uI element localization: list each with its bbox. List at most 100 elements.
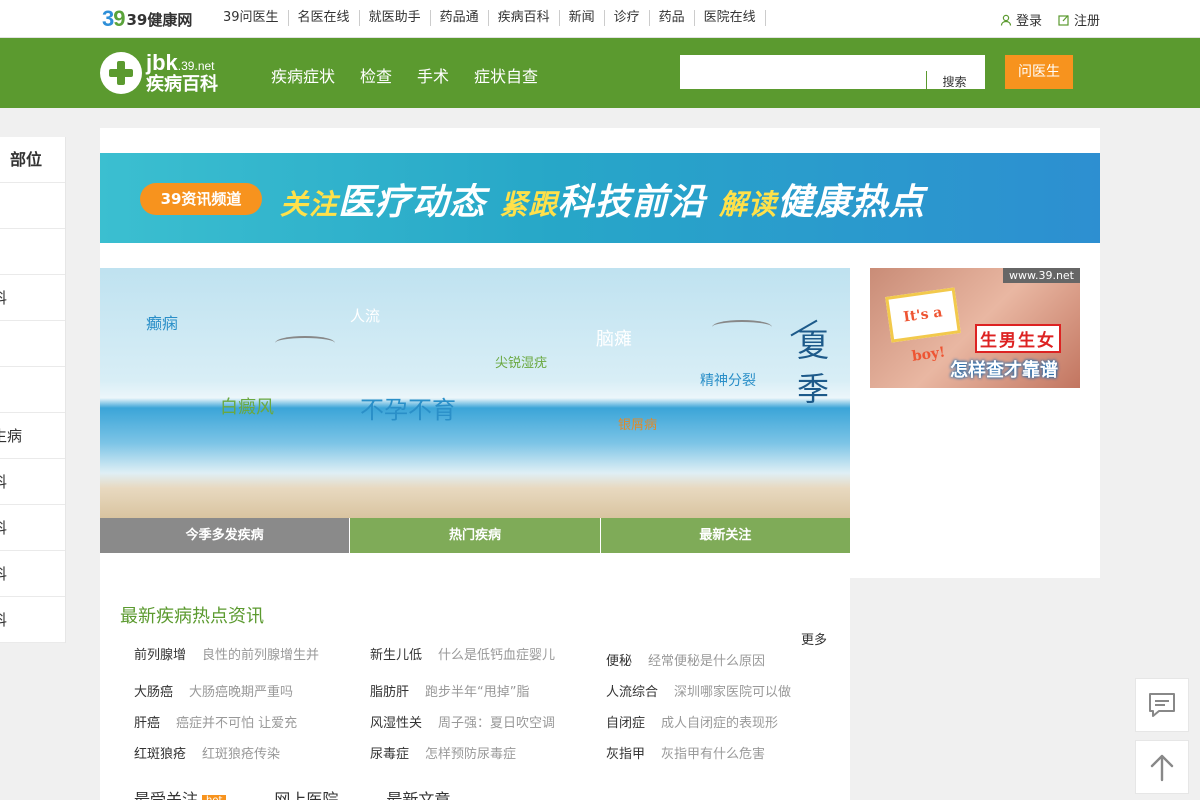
topnav-item[interactable]: 新闻 (560, 10, 605, 26)
news-item[interactable]: 大肠癌 大肠癌晚期严重吗 (134, 681, 293, 700)
topnav-item[interactable]: 诊疗 (605, 10, 650, 26)
news-channel-banner[interactable]: 39资讯频道 关注医疗动态 紧跟科技前沿 解读健康热点 (100, 153, 1100, 243)
slogan-part: 紧跟 (499, 188, 558, 221)
season-char: 夏 (796, 326, 829, 364)
news-item[interactable]: 灰指甲 灰指甲有什么危害 (606, 743, 765, 762)
sidebar-item[interactable] (0, 229, 65, 275)
back-to-top-button[interactable] (1135, 740, 1189, 794)
topnav-item[interactable]: 药品 (650, 10, 695, 26)
news-item[interactable]: 前列腺增 良性的前列腺增生并 (134, 644, 319, 663)
disease-tag[interactable]: 癫痫 (146, 310, 178, 334)
news-item[interactable]: 自闭症 成人自闭症的表现形 (606, 712, 778, 731)
news-keyword: 脂肪肝 (370, 685, 410, 700)
topnav-item[interactable]: 39问医生 (214, 10, 289, 26)
jbk-logo-words: jbk.39.net 疾病百科 (146, 52, 218, 94)
topnav-item[interactable]: 医院在线 (695, 10, 766, 26)
topnav-item[interactable]: 名医在线 (289, 10, 360, 26)
disease-tag[interactable]: 白癜风 (220, 393, 274, 419)
body-part-sidebar: 部位 科 生病 科 科 科 科 (0, 137, 66, 643)
disease-tag[interactable]: 尖锐湿疣 (495, 352, 547, 371)
sidebar-item[interactable]: 生病 (0, 413, 65, 459)
search-input[interactable] (680, 55, 925, 89)
news-headline: 红斑狼疮传染 (202, 747, 281, 762)
top-bar: 39 39健康网 39问医生 名医在线 就医助手 药品通 疾病百科 新闻 诊疗 … (0, 0, 1200, 38)
mainnav-item[interactable]: 检查 (360, 63, 392, 87)
chat-icon (1149, 693, 1175, 717)
jbk-logo-cn: 疾病百科 (146, 74, 218, 95)
disease-tag[interactable]: 银屑病 (618, 414, 657, 433)
sidebar-item-label: 科 (0, 289, 7, 307)
topnav-item[interactable]: 药品通 (431, 10, 489, 26)
register-label: 注册 (1073, 14, 1100, 29)
news-headline: 大肠癌晚期严重吗 (189, 685, 294, 700)
news-item[interactable]: 新生儿低 什么是低钙血症婴儿 (370, 644, 555, 663)
tab-most-followed[interactable]: 最受关注hot (134, 786, 227, 800)
login-link[interactable]: 登录 (1000, 10, 1042, 29)
ad-sign: It's a boy! (885, 287, 961, 365)
news-item[interactable]: 肝癌 癌症并不可怕 让爱充 (134, 712, 297, 731)
tab-hot-diseases[interactable]: 热门疾病 (350, 518, 601, 553)
ad-headline: 生男生女 (975, 324, 1061, 353)
39-logo[interactable]: 39 39健康网 (102, 6, 192, 31)
tab-seasonal-diseases[interactable]: 今季多发疾病 (100, 518, 351, 553)
news-headline: 怎样预防尿毒症 (425, 747, 517, 762)
main-nav: 疾病症状 检查 手术 症状自查 (271, 63, 538, 87)
news-item[interactable]: 风湿性关 周子强：夏日吹空调 (370, 712, 555, 731)
disease-tag[interactable]: 脑瘫 (596, 325, 632, 351)
main-header: jbk.39.net 疾病百科 疾病症状 检查 手术 症状自查 搜索 问医生 (0, 38, 1200, 108)
mainnav-item[interactable]: 疾病症状 (271, 63, 335, 87)
topnav-item[interactable]: 就医助手 (360, 10, 431, 26)
register-link[interactable]: 注册 (1058, 10, 1100, 29)
news-keyword: 大肠癌 (134, 685, 174, 700)
sidebar-item[interactable]: 科 (0, 505, 65, 551)
seagull-icon (712, 320, 772, 334)
disease-tag[interactable]: 不孕不育 (360, 390, 456, 425)
news-item[interactable]: 尿毒症 怎样预防尿毒症 (370, 743, 516, 762)
news-item[interactable]: 脂肪肝 跑步半年“甩掉”脂 (370, 681, 530, 700)
sidebar-item[interactable]: 科 (0, 551, 65, 597)
news-keyword: 红斑狼疮 (134, 747, 187, 762)
sidebar-item[interactable]: 科 (0, 275, 65, 321)
ask-doctor-button[interactable]: 问医生 (1005, 55, 1073, 89)
banner-slogan: 关注医疗动态 紧跟科技前沿 解读健康热点 (280, 173, 925, 225)
mainnav-item[interactable]: 手术 (417, 63, 449, 87)
tab-latest-articles[interactable]: 最新文章 (386, 786, 450, 800)
tab-online-hospital[interactable]: 网上医院 (274, 786, 338, 800)
news-item[interactable]: 红斑狼疮 红斑狼疮传染 (134, 743, 280, 762)
seagull-icon (275, 336, 335, 350)
news-headline: 成人自闭症的表现形 (661, 716, 779, 731)
news-keyword: 风湿性关 (370, 716, 423, 731)
tab-latest-focus[interactable]: 最新关注 (600, 518, 850, 553)
season-label: 夏 季 (793, 323, 833, 411)
news-headline: 什么是低钙血症婴儿 (438, 648, 556, 663)
mainnav-item[interactable]: 症状自查 (474, 63, 538, 87)
sidebar-item-label: 科 (0, 565, 7, 583)
side-advertisement[interactable]: www.39.net It's a boy! 生男生女 怎样查才靠谱 (870, 268, 1080, 388)
sidebar-item-label: 科 (0, 611, 7, 629)
user-icon (1000, 14, 1012, 26)
sidebar-item-label: 科 (0, 519, 7, 537)
jbk-logo-domain: .39.net (177, 59, 215, 73)
search-button[interactable]: 搜索 (926, 71, 982, 89)
slogan-part: 关注 (280, 188, 339, 221)
feedback-button[interactable] (1135, 678, 1189, 732)
sidebar-item[interactable] (0, 321, 65, 367)
cross-icon (100, 52, 142, 94)
topnav-item[interactable]: 疾病百科 (489, 10, 560, 26)
news-item[interactable]: 人流综合 深圳哪家医院可以做 (606, 681, 791, 700)
jbk-logo[interactable]: jbk.39.net 疾病百科 (100, 50, 240, 96)
news-keyword: 尿毒症 (370, 747, 410, 762)
39-logo-mark: 39 (102, 6, 126, 31)
sidebar-item[interactable] (0, 367, 65, 413)
hero-disease-cloud: 癫痫 人流 脑瘫 尖锐湿疣 精神分裂 白癜风 不孕不育 银屑病 夏 季 (100, 268, 850, 518)
sidebar-item[interactable]: 科 (0, 597, 65, 643)
ad-subline: 怎样查才靠谱 (950, 360, 1058, 381)
sidebar-item[interactable]: 科 (0, 459, 65, 505)
sidebar-item[interactable] (0, 183, 65, 229)
more-link[interactable]: 更多 (801, 629, 827, 648)
sidebar-item-label: 生病 (0, 427, 23, 445)
disease-tag[interactable]: 人流 (350, 305, 380, 326)
news-item[interactable]: 便秘 经常便秘是什么原因 (606, 650, 765, 669)
tab-label: 最受关注 (134, 790, 199, 800)
disease-tag[interactable]: 精神分裂 (700, 370, 756, 390)
